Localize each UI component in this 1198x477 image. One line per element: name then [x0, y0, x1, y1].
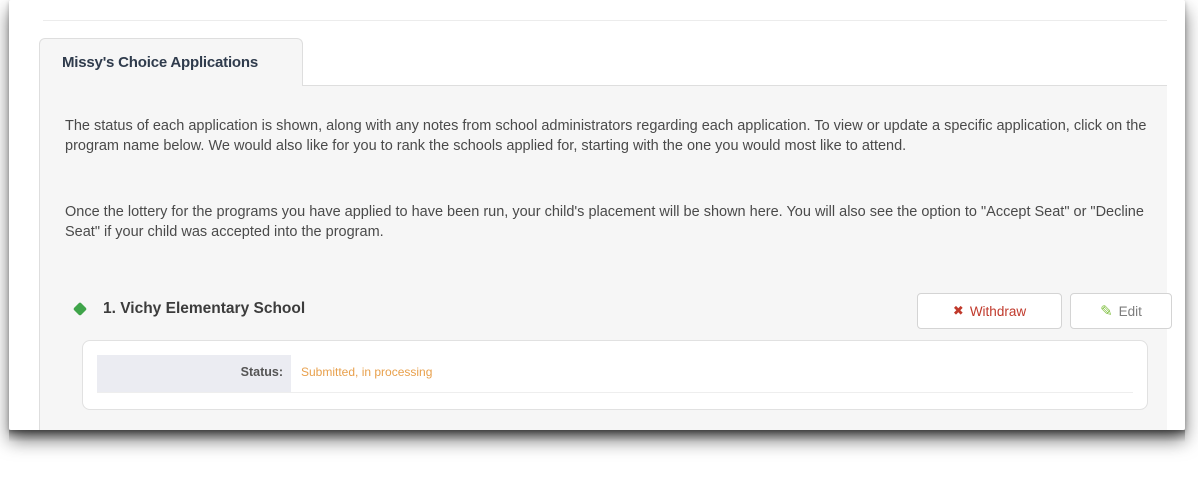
- application-header: 1. Vichy Elementary School ✖ Withdraw ✎ …: [72, 293, 1172, 333]
- tab-label: Missy's Choice Applications: [62, 54, 258, 71]
- applications-panel: The status of each application is shown,…: [39, 85, 1172, 430]
- withdraw-button-label: Withdraw: [969, 303, 1027, 319]
- pencil-icon: ✎: [1100, 303, 1113, 320]
- edit-button-label: Edit: [1118, 303, 1142, 319]
- status-value: Submitted, in processing: [301, 365, 433, 379]
- x-icon: ✖: [952, 303, 964, 318]
- status-label: Status:: [240, 365, 283, 379]
- withdraw-button[interactable]: ✖ Withdraw: [917, 293, 1062, 329]
- application-program-name[interactable]: 1. Vichy Elementary School: [103, 300, 305, 318]
- edit-button[interactable]: ✎ Edit: [1070, 293, 1172, 329]
- instructions-paragraph-2: Once the lottery for the programs you ha…: [65, 204, 1144, 240]
- instructions-paragraph-1: The status of each application is shown,…: [65, 118, 1147, 154]
- top-divider: [43, 20, 1167, 21]
- browser-frame: Missy's Choice Applications The status o…: [9, 0, 1185, 430]
- status-label-cell: Status:: [97, 355, 291, 392]
- tab-missys-choice-applications[interactable]: Missy's Choice Applications: [39, 38, 303, 86]
- status-card: Status: Submitted, in processing: [82, 340, 1148, 410]
- frame-shadow: [9, 430, 1185, 442]
- status-divider: [97, 392, 1133, 393]
- diamond-icon: [72, 301, 88, 317]
